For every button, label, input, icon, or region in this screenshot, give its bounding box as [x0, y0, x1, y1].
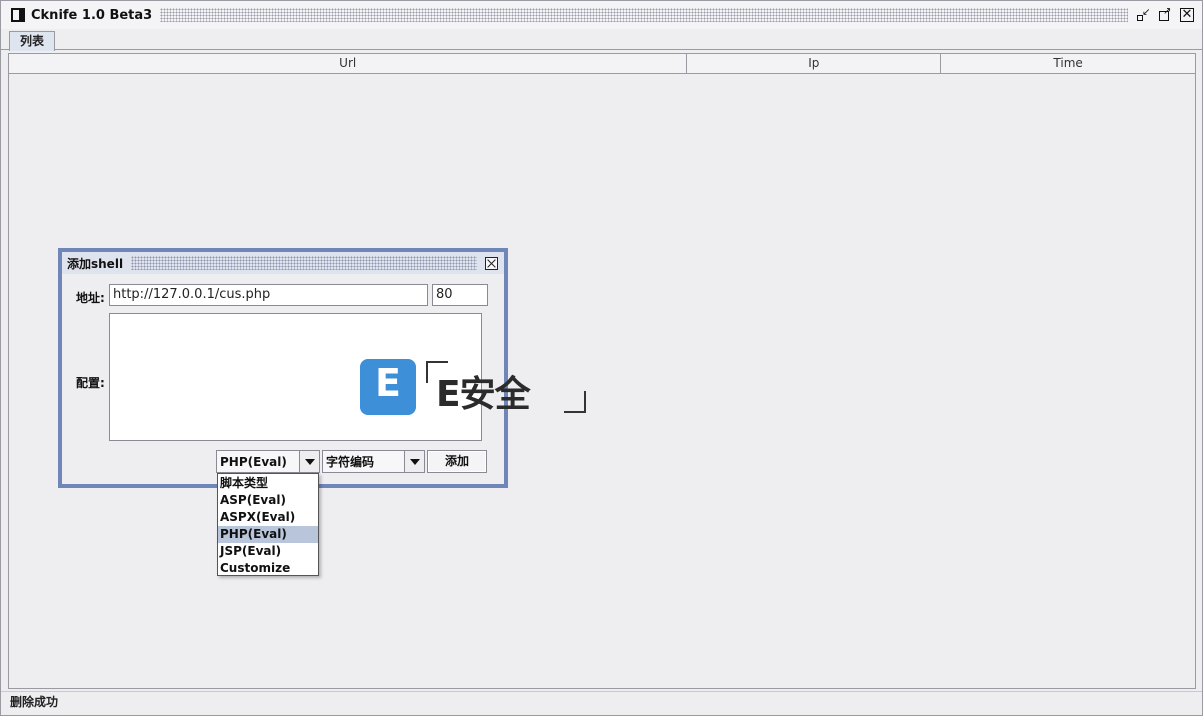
script-type-value: PHP(Eval) [220, 454, 287, 469]
column-header-url[interactable]: Url [9, 54, 688, 73]
dialog-title-pattern [131, 256, 477, 270]
script-type-dropdown-list: 脚本类型 ASP(Eval) ASPX(Eval) PHP(Eval) JSP(… [217, 473, 319, 576]
watermark-text: E安全 [436, 374, 531, 415]
dropdown-item-selected[interactable]: PHP(Eval) [218, 526, 318, 543]
script-type-dropdown-button[interactable] [299, 451, 319, 472]
dropdown-item[interactable]: ASPX(Eval) [218, 509, 318, 526]
watermark-bracket-right [564, 391, 586, 413]
tab-strip: 列表 [1, 29, 1202, 51]
minimize-icon[interactable]: ↙ [1136, 7, 1150, 22]
status-bar: 删除成功 [1, 691, 1202, 716]
password-input[interactable]: 80 [432, 284, 488, 306]
column-header-ip[interactable]: Ip [687, 54, 942, 73]
title-bar-pattern [160, 8, 1128, 22]
window-menu-icon[interactable] [11, 8, 25, 22]
dropdown-item[interactable]: Customize [218, 560, 318, 577]
address-label: 地址: [76, 291, 105, 305]
encoding-select[interactable]: 字符编码 [322, 450, 425, 473]
dialog-title: 添加shell [67, 256, 124, 271]
table-header: Url Ip Time [9, 54, 1195, 74]
dropdown-item[interactable]: JSP(Eval) [218, 543, 318, 560]
status-text: 删除成功 [10, 695, 59, 709]
column-header-time[interactable]: Time [941, 54, 1195, 73]
chevron-down-icon [304, 458, 315, 465]
chevron-down-icon [409, 458, 420, 465]
encoding-dropdown-button[interactable] [404, 451, 424, 472]
title-bar[interactable]: Cknife 1.0 Beta3 ↙ ↗ ✕ [1, 1, 1202, 29]
watermark-icon: E [360, 359, 416, 415]
config-label: 配置: [76, 376, 105, 390]
dialog-title-bar[interactable]: 添加shell [62, 252, 504, 274]
window-title: Cknife 1.0 Beta3 [31, 7, 153, 23]
dropdown-item[interactable]: ASP(Eval) [218, 492, 318, 509]
encoding-value: 字符编码 [326, 455, 375, 469]
close-icon[interactable]: ✕ [1180, 8, 1194, 22]
tab-list[interactable]: 列表 [9, 31, 55, 51]
dropdown-item[interactable]: 脚本类型 [218, 475, 318, 492]
url-input[interactable]: http://127.0.0.1/cus.php [109, 284, 428, 306]
add-button[interactable]: 添加 [427, 450, 487, 473]
maximize-icon[interactable]: ↗ [1158, 6, 1172, 22]
watermark-logo: E E安全 [358, 357, 590, 419]
dialog-close-icon[interactable] [485, 256, 498, 270]
script-type-select[interactable]: PHP(Eval) [216, 450, 320, 473]
